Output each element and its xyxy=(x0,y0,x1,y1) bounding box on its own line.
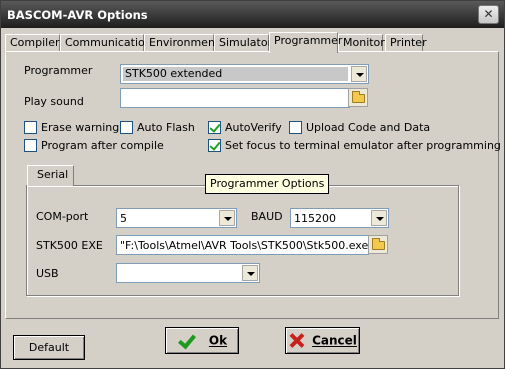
default-button[interactable]: Default xyxy=(13,335,85,360)
auto-verify-checkbox[interactable]: AutoVerify xyxy=(208,121,282,134)
tab-programmer[interactable]: Programmer xyxy=(269,32,342,53)
tab-simulator[interactable]: Simulator xyxy=(214,34,273,52)
folder-icon xyxy=(372,238,385,250)
checkbox-box xyxy=(208,139,221,152)
baud-select[interactable]: 115200 xyxy=(290,208,389,228)
tab-serial-label: Serial xyxy=(37,168,69,181)
usb-label: USB xyxy=(36,267,59,280)
tab-label: Printer xyxy=(390,36,427,49)
checkbox-box xyxy=(289,121,302,134)
checkbox-box xyxy=(24,121,37,134)
auto-flash-label: Auto Flash xyxy=(137,121,195,134)
play-sound-browse-button[interactable] xyxy=(348,88,368,107)
programmer-page: Programmer STK500 extended Play sound Er… xyxy=(5,51,501,319)
upload-code-data-label: Upload Code and Data xyxy=(306,121,431,134)
auto-flash-checkbox[interactable]: Auto Flash xyxy=(120,121,195,134)
play-sound-label: Play sound xyxy=(24,95,84,108)
checkmark-icon xyxy=(177,333,195,349)
checkbox-box xyxy=(208,121,221,134)
close-button[interactable]: ✕ xyxy=(478,5,499,24)
cancel-button[interactable]: Cancel xyxy=(285,327,360,354)
tab-printer[interactable]: Printer xyxy=(385,34,427,52)
upload-code-data-checkbox[interactable]: Upload Code and Data xyxy=(289,121,430,134)
checkbox-box xyxy=(24,139,37,152)
programmer-options-tooltip: Programmer Options xyxy=(205,174,330,194)
set-focus-terminal-checkbox[interactable]: Set focus to terminal emulator after pro… xyxy=(208,139,501,152)
default-button-label: Default xyxy=(28,341,70,354)
set-focus-terminal-label: Set focus to terminal emulator after pro… xyxy=(225,139,501,152)
window-title: BASCOM-AVR Options xyxy=(7,8,148,22)
tab-communication[interactable]: Communication xyxy=(60,34,152,52)
tab-environment[interactable]: Environment xyxy=(144,34,219,52)
tab-serial[interactable]: Serial xyxy=(27,165,74,186)
options-dialog: BASCOM-AVR Options ✕ Compiler Communicat… xyxy=(0,0,505,369)
com-port-select[interactable]: 5 xyxy=(116,208,237,228)
com-port-value: 5 xyxy=(120,212,127,225)
tab-monitor[interactable]: Monitor xyxy=(338,34,385,52)
erase-warning-checkbox[interactable]: Erase warning xyxy=(24,121,119,134)
stk500-exe-browse-button[interactable] xyxy=(368,235,388,254)
chevron-down-icon[interactable] xyxy=(242,265,258,281)
tab-label: Compiler xyxy=(10,36,60,49)
program-after-compile-checkbox[interactable]: Program after compile xyxy=(24,139,164,152)
tab-label: Communication xyxy=(65,36,152,49)
programmer-select[interactable]: STK500 extended xyxy=(120,64,369,84)
stk500-exe-input[interactable]: "F:\Tools\Atmel\AVR Tools\STK500\Stk500.… xyxy=(116,235,373,255)
tab-label: Simulator xyxy=(219,36,273,49)
usb-select[interactable] xyxy=(116,263,260,283)
folder-icon xyxy=(352,91,365,103)
ok-button-label: Ok xyxy=(208,333,228,348)
auto-verify-label: AutoVerify xyxy=(225,121,282,134)
chevron-down-icon[interactable] xyxy=(371,210,387,226)
stk500-exe-label: STK500 EXE xyxy=(36,239,103,252)
chevron-down-icon[interactable] xyxy=(219,210,235,226)
title-bar[interactable]: BASCOM-AVR Options ✕ xyxy=(1,1,504,28)
tab-label: Environment xyxy=(149,36,220,49)
tab-compiler[interactable]: Compiler xyxy=(5,34,60,52)
play-sound-input[interactable] xyxy=(120,88,350,108)
chevron-down-icon[interactable] xyxy=(351,66,367,82)
baud-value: 115200 xyxy=(294,212,336,225)
close-icon: ✕ xyxy=(483,7,494,21)
ok-button[interactable]: Ok xyxy=(165,327,239,354)
tab-label: Monitor xyxy=(343,36,385,49)
programmer-label: Programmer xyxy=(24,64,93,77)
x-icon xyxy=(288,333,306,349)
com-port-label: COM-port xyxy=(36,210,89,223)
programmer-selected-value: STK500 extended xyxy=(123,67,348,81)
tab-label: Programmer xyxy=(274,34,343,47)
checkbox-box xyxy=(120,121,133,134)
cancel-button-label: Cancel xyxy=(312,333,357,348)
erase-warning-label: Erase warning xyxy=(41,121,120,134)
program-after-compile-label: Program after compile xyxy=(41,139,164,152)
stk500-exe-value: "F:\Tools\Atmel\AVR Tools\STK500\Stk500.… xyxy=(120,239,374,252)
baud-label: BAUD xyxy=(251,210,283,223)
